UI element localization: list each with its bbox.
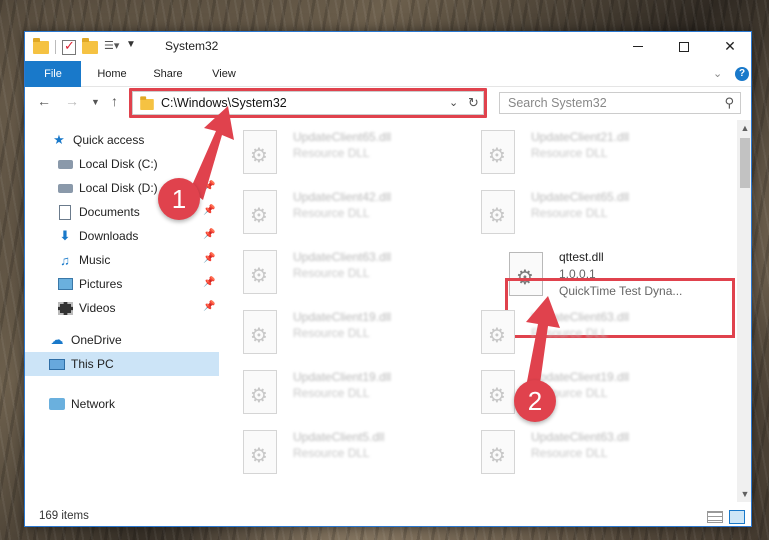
arrow-1 bbox=[190, 106, 234, 200]
step-2-badge: 2 bbox=[514, 380, 556, 422]
step-1-badge: 1 bbox=[158, 178, 200, 220]
annotation-arrows bbox=[190, 106, 560, 398]
